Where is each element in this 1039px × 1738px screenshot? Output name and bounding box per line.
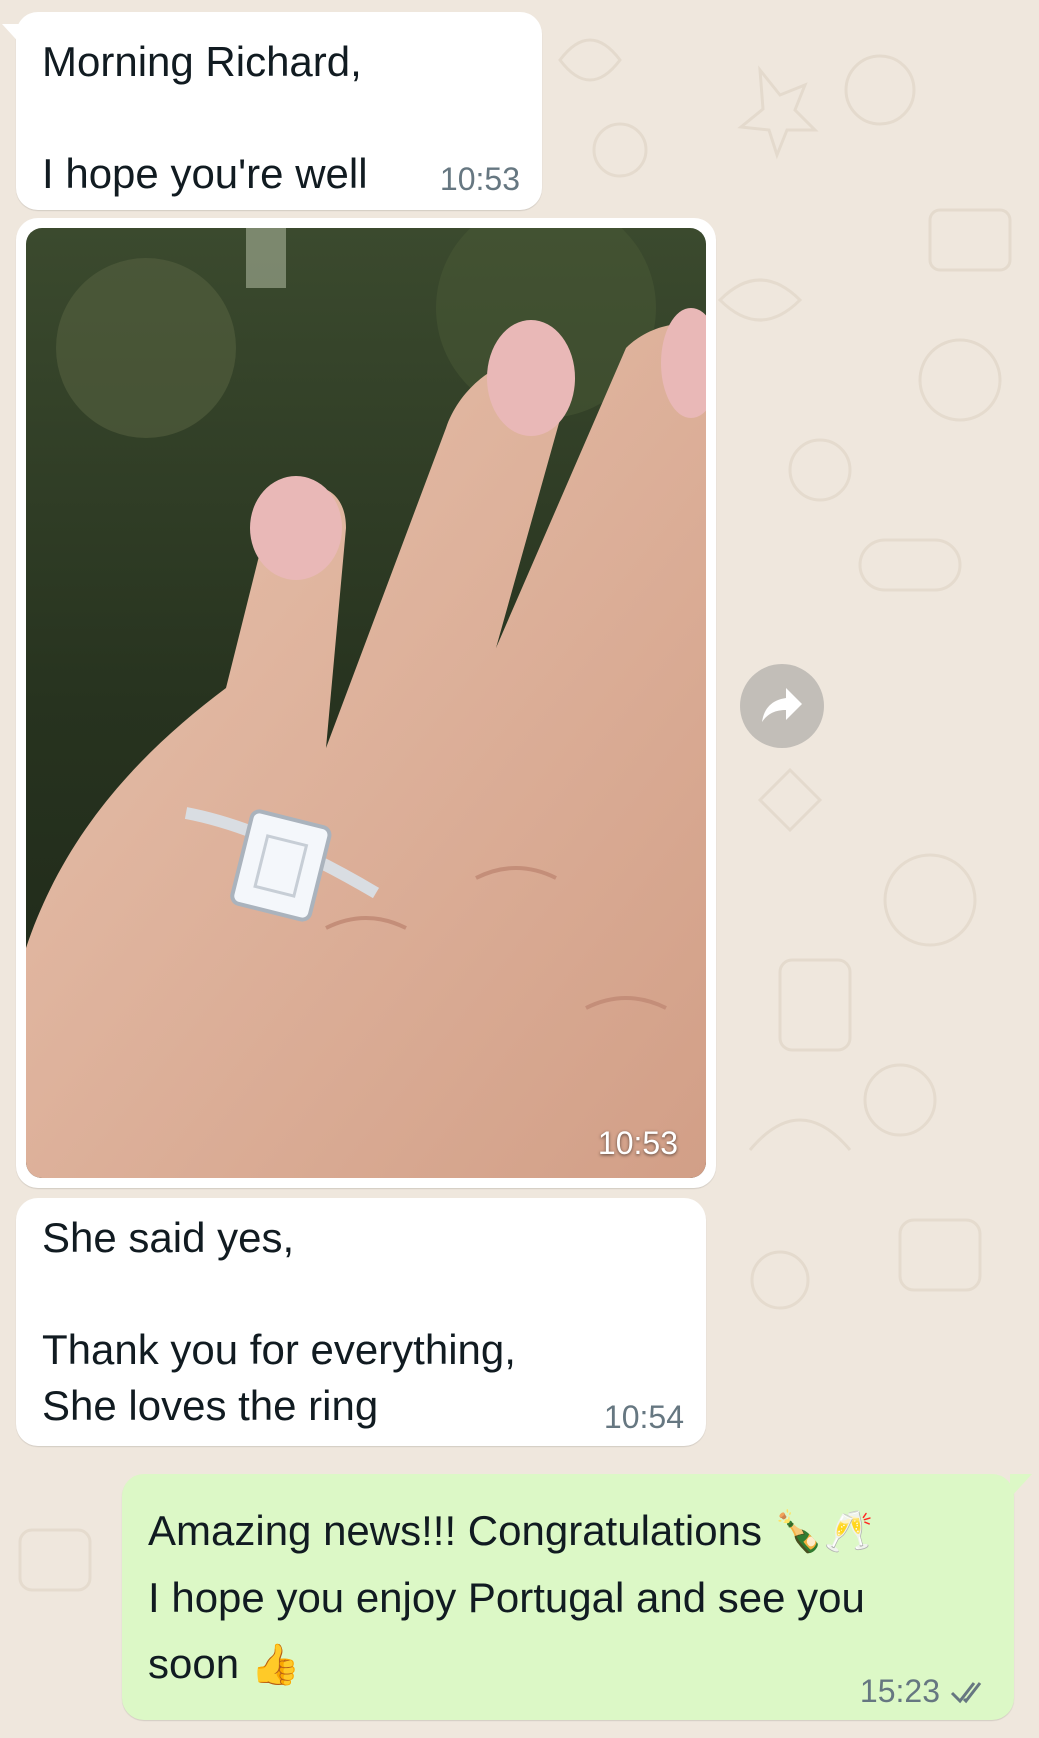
image-message-bubble[interactable]: 10:53	[16, 218, 716, 1188]
message-time: 15:23	[859, 1673, 940, 1709]
bubble-tail	[1010, 1474, 1032, 1498]
message-bubble-incoming[interactable]: She said yes, Thank you for everything, …	[16, 1198, 706, 1446]
bubble-tail	[2, 24, 24, 48]
clinking-glasses-emoji: 🥂	[823, 1510, 874, 1554]
message-line-3: soon 👍	[148, 1631, 873, 1698]
message-time: 10:53	[439, 161, 520, 197]
message-text: soon	[148, 1640, 240, 1687]
message-text: Amazing news!!! Congratulations	[148, 1507, 762, 1554]
double-check-icon	[950, 1681, 982, 1703]
message-bubble-outgoing[interactable]: Amazing news!!! Congratulations 🍾🥂 I hop…	[122, 1474, 1032, 1720]
message-line-1: Amazing news!!! Congratulations 🍾🥂	[148, 1498, 873, 1565]
forward-icon	[762, 688, 802, 722]
champagne-emoji: 🍾	[773, 1510, 824, 1554]
message-time: 10:53	[597, 1125, 678, 1161]
ring-photo-image	[26, 228, 706, 1178]
forward-button[interactable]	[740, 664, 824, 748]
message-time: 10:54	[603, 1399, 684, 1435]
message-line-2: I hope you enjoy Portugal and see you	[148, 1574, 865, 1621]
message-bubble-incoming[interactable]: Morning Richard, I hope you're well 10:5…	[2, 12, 542, 210]
engagement-ring-photo[interactable]: 10:53	[26, 228, 706, 1178]
thumbs-up-emoji: 👍	[250, 1643, 301, 1687]
